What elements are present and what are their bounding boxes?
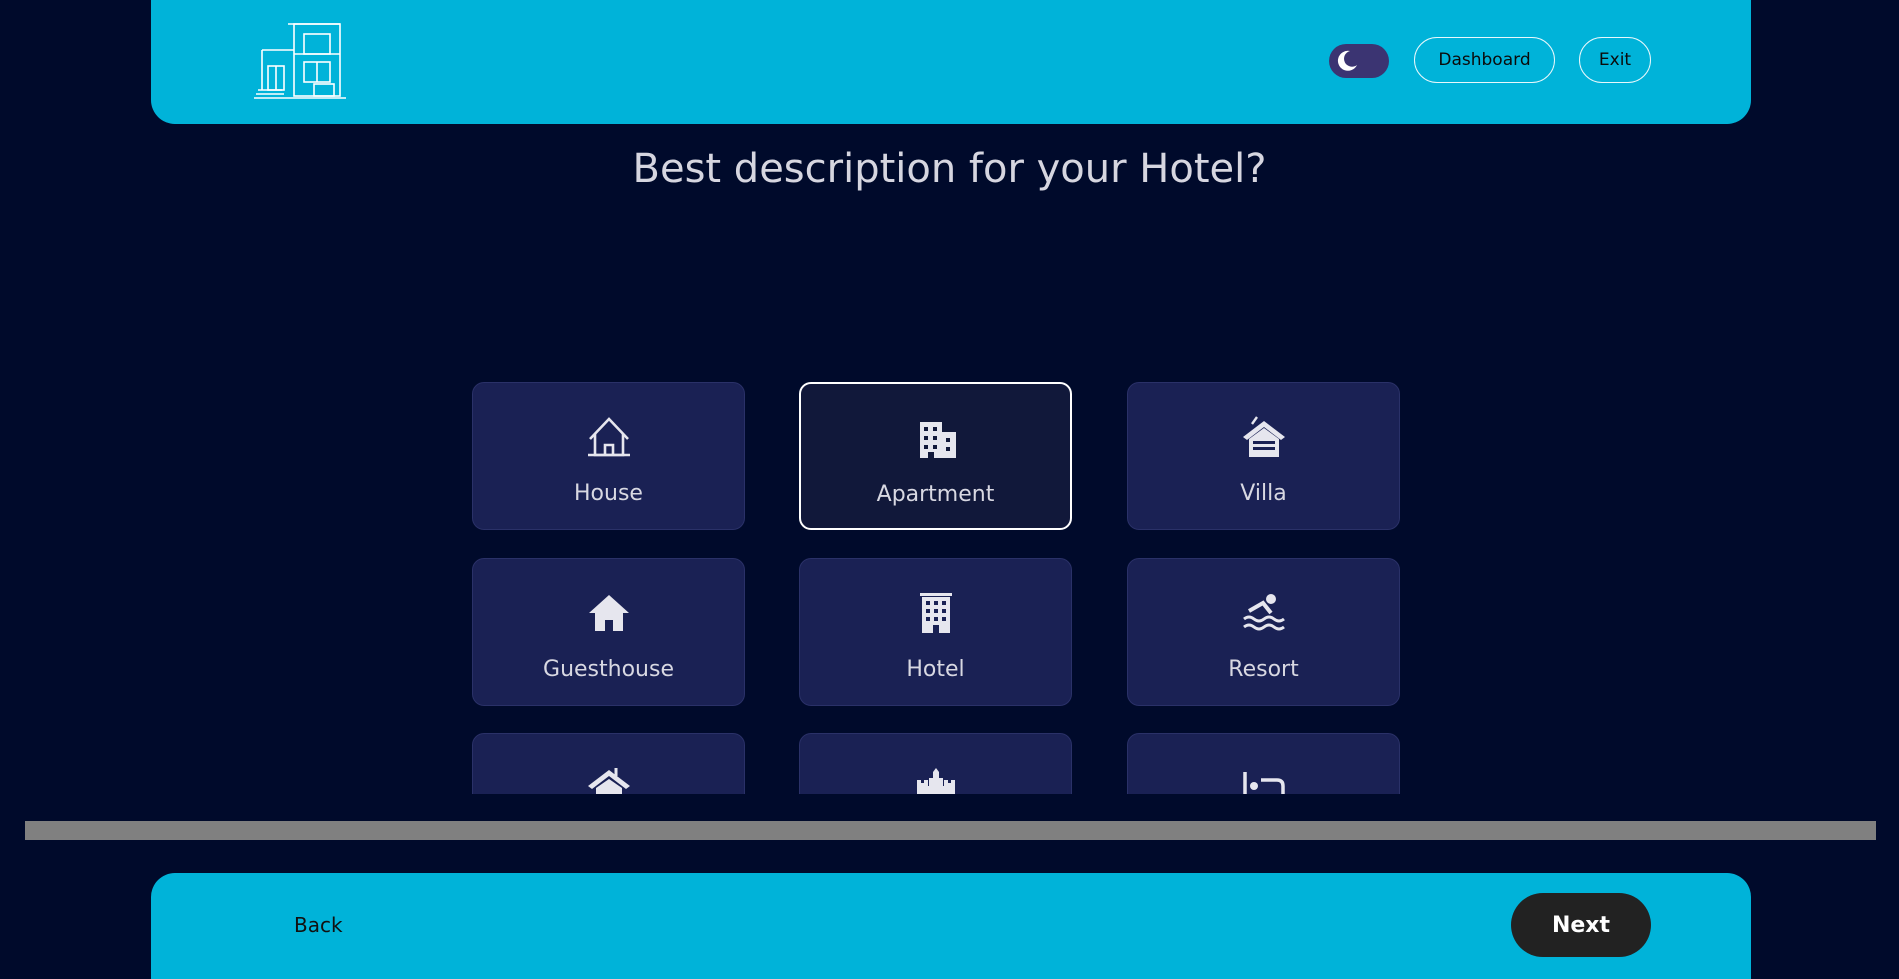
bottom-footer: Back Next <box>151 873 1751 979</box>
option-card-villa[interactable]: Villa <box>1127 382 1400 530</box>
house-outline-icon <box>588 417 630 457</box>
option-card-bed[interactable] <box>1127 733 1400 794</box>
dashboard-button[interactable]: Dashboard <box>1414 37 1555 83</box>
horizontal-scrollbar[interactable] <box>25 821 1876 840</box>
property-type-grid: House Apartment Villa Guesthouse Hotel R… <box>0 370 1899 794</box>
swimmer-icon <box>1243 594 1285 631</box>
next-button[interactable]: Next <box>1511 893 1651 957</box>
option-card-hotel[interactable]: Hotel <box>799 558 1072 706</box>
option-card-apartment[interactable]: Apartment <box>799 382 1072 530</box>
option-label: Villa <box>1240 481 1287 506</box>
option-card-cabin[interactable] <box>472 733 745 794</box>
building-logo-icon[interactable] <box>254 22 346 100</box>
villa-icon <box>1243 416 1285 457</box>
option-label: Resort <box>1228 657 1299 682</box>
bed-icon <box>1243 772 1285 794</box>
option-label: Apartment <box>876 482 995 507</box>
house-solid-icon <box>589 595 629 631</box>
back-button[interactable]: Back <box>294 913 343 937</box>
option-label: Guesthouse <box>543 657 674 682</box>
hotel-building-icon <box>920 593 952 633</box>
exit-button[interactable]: Exit <box>1579 37 1651 83</box>
option-label: House <box>574 481 643 506</box>
castle-icon <box>917 768 955 794</box>
option-card-house[interactable]: House <box>472 382 745 530</box>
apartment-building-icon <box>920 422 956 458</box>
option-card-resort[interactable]: Resort <box>1127 558 1400 706</box>
option-card-castle[interactable] <box>799 733 1072 794</box>
option-label: Hotel <box>906 657 965 682</box>
cabin-roof-icon <box>588 768 630 794</box>
theme-toggle[interactable] <box>1329 44 1389 78</box>
page-title: Best description for your Hotel? <box>632 146 1267 192</box>
moon-icon <box>1337 50 1357 71</box>
option-card-guesthouse[interactable]: Guesthouse <box>472 558 745 706</box>
top-header: Dashboard Exit <box>151 0 1751 124</box>
